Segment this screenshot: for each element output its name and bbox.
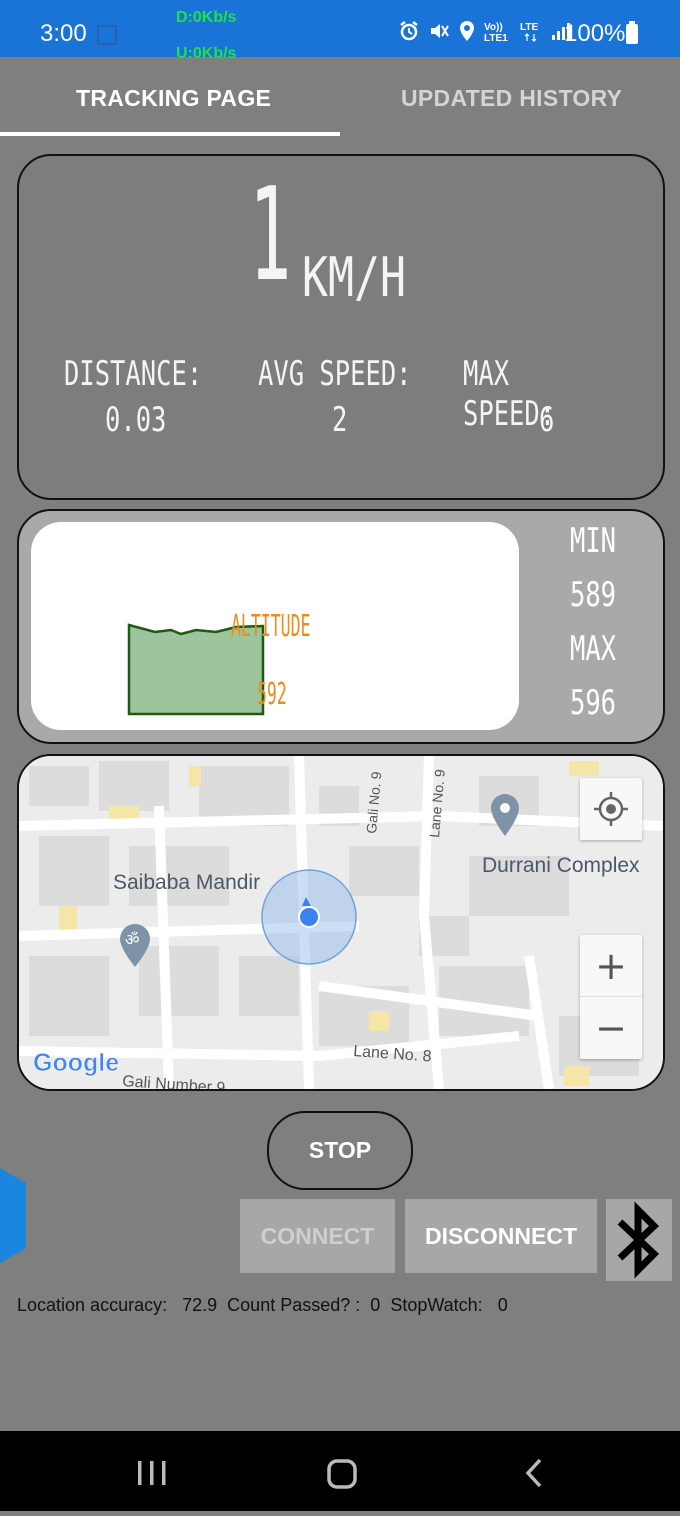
svg-text:LTE1: LTE1 bbox=[484, 33, 508, 42]
notification-icon bbox=[97, 25, 117, 45]
recents-icon[interactable] bbox=[138, 1461, 166, 1485]
altitude-chart: ALTITUDE 592 bbox=[31, 522, 519, 730]
count-passed-label: Count Passed? : bbox=[227, 1295, 361, 1315]
distance-label: DISTANCE: bbox=[64, 354, 203, 394]
alarm-icon bbox=[400, 21, 418, 41]
tab-bar: TRACKING PAGE UPDATED HISTORY bbox=[0, 57, 680, 137]
stop-button[interactable]: STOP bbox=[267, 1111, 413, 1190]
altitude-min-label: MIN bbox=[569, 521, 617, 561]
accuracy-label: Location accuracy: bbox=[17, 1295, 168, 1315]
altitude-min-value: 589 bbox=[569, 575, 617, 615]
nav-buttons bbox=[138, 1458, 542, 1489]
zoom-out-button[interactable]: − bbox=[580, 997, 642, 1059]
tab-tracking-page[interactable]: TRACKING PAGE bbox=[76, 85, 271, 112]
home-icon[interactable] bbox=[327, 1459, 357, 1489]
avg-speed-value: 2 bbox=[332, 400, 348, 440]
active-tab-indicator bbox=[0, 132, 340, 136]
crosshair-icon bbox=[594, 792, 628, 826]
bluetooth-icon bbox=[617, 1201, 660, 1279]
altitude-max-value: 596 bbox=[569, 683, 617, 723]
battery-icon bbox=[626, 21, 638, 44]
volte-icon: Vo))LTE1 bbox=[484, 22, 508, 42]
status-icons: Vo)) LTE1 LTE bbox=[398, 20, 572, 42]
map-label-saibaba: Saibaba Mandir bbox=[113, 871, 260, 894]
back-icon[interactable] bbox=[525, 1458, 542, 1488]
disconnect-button[interactable]: DISCONNECT bbox=[405, 1199, 597, 1273]
battery-percent: 100% bbox=[564, 20, 626, 47]
minus-icon: − bbox=[595, 1006, 627, 1050]
svg-text:LTE: LTE bbox=[520, 22, 538, 33]
map-canvas[interactable]: ॐ Saibaba Mandir Durrani Complex Gali No… bbox=[19, 756, 663, 1089]
distance-value: 0.03 bbox=[105, 400, 167, 440]
tab-updated-history[interactable]: UPDATED HISTORY bbox=[401, 85, 622, 112]
plus-icon: + bbox=[595, 943, 627, 988]
altitude-label: ALTITUDE bbox=[231, 609, 310, 644]
connect-button[interactable]: CONNECT bbox=[240, 1199, 395, 1273]
status-line: Location accuracy: 72.9 Count Passed? : … bbox=[17, 1295, 508, 1316]
zoom-in-button[interactable]: + bbox=[580, 935, 642, 997]
altitude-graph: ALTITUDE 592 bbox=[127, 609, 310, 716]
count-passed-value: 0 bbox=[370, 1295, 381, 1315]
max-speed-value: 6 bbox=[539, 400, 555, 440]
bluetooth-button[interactable] bbox=[606, 1199, 672, 1281]
stopwatch-label: StopWatch: bbox=[390, 1295, 483, 1315]
status-time: 3:00 bbox=[40, 20, 87, 47]
current-speed-value: 1 bbox=[249, 161, 292, 310]
map-label-durrani: Durrani Complex bbox=[482, 854, 640, 877]
speed-card: 1 KM/H DISTANCE: 0.03 AVG SPEED: 2 MAX S… bbox=[17, 154, 665, 500]
side-panel-handle[interactable] bbox=[0, 1168, 26, 1263]
avg-speed-label: AVG SPEED: bbox=[258, 354, 412, 394]
location-icon bbox=[460, 21, 474, 41]
svg-text:ॐ: ॐ bbox=[125, 930, 140, 949]
zoom-controls: + − bbox=[580, 935, 642, 1059]
speed-unit: KM/H bbox=[302, 246, 407, 309]
download-speed: D:0Kb/s bbox=[176, 9, 237, 26]
my-location-button[interactable] bbox=[580, 778, 642, 840]
map-view[interactable]: ॐ Saibaba Mandir Durrani Complex Gali No… bbox=[17, 754, 665, 1091]
max-speed-label: MAX SPEED: bbox=[463, 354, 556, 434]
altitude-max-label: MAX bbox=[569, 629, 617, 669]
accuracy-value: 72.9 bbox=[182, 1295, 218, 1315]
lte-icon: LTE bbox=[520, 22, 538, 42]
google-logo: Google bbox=[33, 1049, 119, 1077]
mute-icon bbox=[431, 24, 449, 38]
altitude-card: ALTITUDE 592 MIN 589 MAX 596 bbox=[17, 509, 665, 744]
svg-text:Vo)): Vo)) bbox=[484, 22, 503, 33]
status-bar: 3:00 D:0Kb/s U:0Kb/s Vo)) LTE1 LTE 100% bbox=[0, 0, 680, 62]
altitude-current-value: 592 bbox=[257, 677, 287, 712]
system-nav-bar bbox=[0, 1431, 680, 1511]
stopwatch-value: 0 bbox=[497, 1295, 508, 1315]
